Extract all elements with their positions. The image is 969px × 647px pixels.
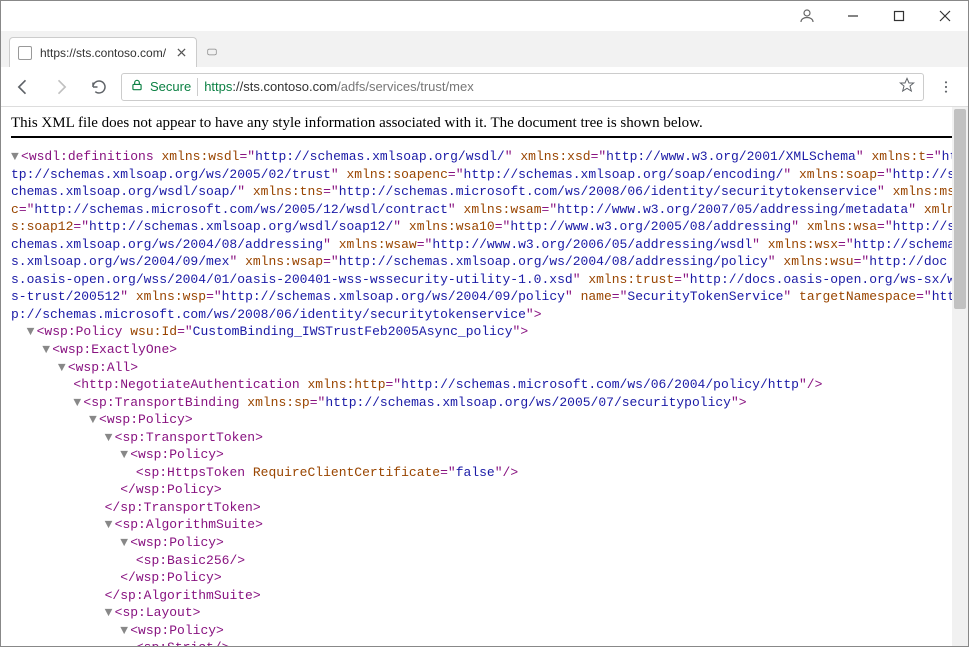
- back-button[interactable]: [7, 71, 39, 103]
- expand-toggle-icon[interactable]: ▼: [11, 148, 21, 166]
- window-titlebar: [1, 1, 968, 31]
- close-tab-icon[interactable]: [174, 46, 188, 60]
- xml-tree-view: ▼<wsdl:definitions xmlns:wsdl="http://sc…: [11, 148, 958, 646]
- address-separator: [197, 78, 198, 96]
- new-tab-button[interactable]: [201, 41, 223, 63]
- expand-toggle-icon[interactable]: ▼: [73, 394, 83, 412]
- expand-toggle-icon[interactable]: ▼: [42, 341, 52, 359]
- scrollbar[interactable]: [952, 107, 968, 646]
- expand-toggle-icon[interactable]: ▼: [105, 429, 115, 447]
- browser-window: https://sts.contoso.com/: [0, 0, 969, 647]
- favicon-icon: [18, 46, 32, 60]
- scrollbar-thumb[interactable]: [954, 109, 966, 309]
- lock-icon: [130, 78, 144, 95]
- expand-toggle-icon[interactable]: ▼: [27, 323, 37, 341]
- expand-toggle-icon[interactable]: ▼: [120, 622, 130, 640]
- forward-button[interactable]: [45, 71, 77, 103]
- url-text: https://sts.contoso.com/adfs/services/tr…: [204, 79, 474, 94]
- page-content: This XML file does not appear to have an…: [1, 107, 968, 646]
- browser-tab[interactable]: https://sts.contoso.com/: [9, 37, 197, 67]
- secure-label: Secure: [150, 79, 191, 94]
- expand-toggle-icon[interactable]: ▼: [89, 411, 99, 429]
- expand-toggle-icon[interactable]: ▼: [105, 604, 115, 622]
- minimize-button[interactable]: [830, 1, 876, 31]
- expand-toggle-icon[interactable]: ▼: [105, 516, 115, 534]
- expand-toggle-icon[interactable]: ▼: [58, 359, 68, 377]
- browser-menu-button[interactable]: [930, 71, 962, 103]
- browser-toolbar: Secure https://sts.contoso.com/adfs/serv…: [1, 67, 968, 107]
- tab-strip: https://sts.contoso.com/: [1, 31, 968, 67]
- maximize-button[interactable]: [876, 1, 922, 31]
- xml-viewer-notice: This XML file does not appear to have an…: [11, 115, 958, 138]
- bookmark-star-icon[interactable]: [899, 77, 915, 96]
- reload-button[interactable]: [83, 71, 115, 103]
- close-window-button[interactable]: [922, 1, 968, 31]
- tab-title: https://sts.contoso.com/: [40, 46, 166, 60]
- expand-toggle-icon[interactable]: ▼: [120, 534, 130, 552]
- address-bar[interactable]: Secure https://sts.contoso.com/adfs/serv…: [121, 73, 924, 101]
- user-profile-icon[interactable]: [784, 1, 830, 31]
- expand-toggle-icon[interactable]: ▼: [120, 446, 130, 464]
